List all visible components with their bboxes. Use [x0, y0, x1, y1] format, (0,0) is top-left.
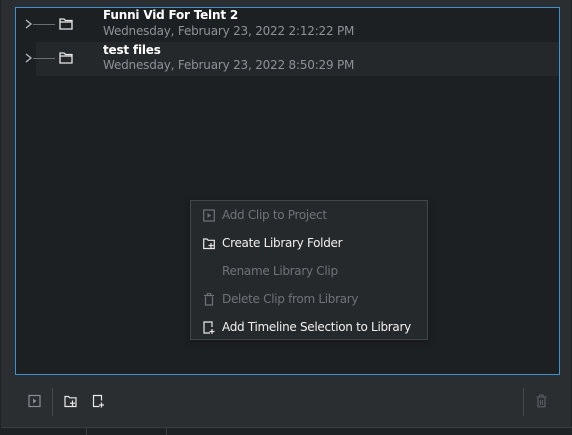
- trash-icon: [536, 394, 546, 408]
- library-toolbar: [1, 383, 572, 421]
- menu-item-label: Create Library Folder: [222, 236, 343, 250]
- trash-icon: [202, 292, 216, 306]
- delete-clip-button[interactable]: [532, 392, 550, 410]
- tree-connector-line: [33, 24, 55, 25]
- strip-segment: [87, 428, 167, 435]
- menu-item-delete-clip-from-library[interactable]: Delete Clip from Library: [191, 285, 427, 313]
- menu-item-label: Delete Clip from Library: [222, 292, 359, 306]
- toolbar-divider: [52, 388, 53, 416]
- menu-item-rename-library-clip[interactable]: Rename Library Clip: [191, 257, 427, 285]
- new-folder-icon: [63, 395, 77, 408]
- add-clip-icon: [202, 208, 216, 222]
- add-timeline-selection-button[interactable]: [89, 392, 107, 410]
- strip-segment: [1, 428, 87, 435]
- library-folder-row[interactable]: Funni Vid For Telnt 2 Wednesday, Februar…: [16, 8, 559, 42]
- library-panel: Funni Vid For Telnt 2 Wednesday, Februar…: [0, 0, 572, 435]
- folder-date: Wednesday, February 23, 2022 8:50:29 PM: [103, 58, 355, 72]
- folder-icon: [59, 52, 73, 64]
- context-menu: Add Clip to Project Create Library Folde…: [190, 200, 428, 340]
- menu-item-label: Rename Library Clip: [222, 264, 338, 278]
- bottom-status-strip: [1, 427, 572, 435]
- menu-item-add-clip-to-project[interactable]: Add Clip to Project: [191, 201, 427, 229]
- menu-item-label: Add Timeline Selection to Library: [222, 320, 411, 334]
- toolbar-divider: [523, 388, 524, 416]
- create-library-folder-button[interactable]: [61, 392, 79, 410]
- add-selection-icon: [92, 394, 104, 408]
- add-clip-to-project-button[interactable]: [25, 392, 43, 410]
- folder-date: Wednesday, February 23, 2022 2:12:22 PM: [103, 24, 355, 38]
- menu-item-label: Add Clip to Project: [222, 208, 327, 222]
- folder-title: Funni Vid For Telnt 2: [103, 8, 238, 22]
- menu-item-create-library-folder[interactable]: Create Library Folder: [191, 229, 427, 257]
- new-folder-icon: [202, 236, 216, 250]
- library-folder-row[interactable]: test files Wednesday, February 23, 2022 …: [25, 42, 559, 76]
- add-selection-icon: [202, 320, 216, 334]
- add-clip-icon: [27, 394, 41, 408]
- tree-connector-line: [33, 58, 55, 59]
- menu-item-add-timeline-selection[interactable]: Add Timeline Selection to Library: [191, 313, 427, 341]
- folder-icon: [59, 18, 73, 30]
- folder-title: test files: [103, 43, 161, 57]
